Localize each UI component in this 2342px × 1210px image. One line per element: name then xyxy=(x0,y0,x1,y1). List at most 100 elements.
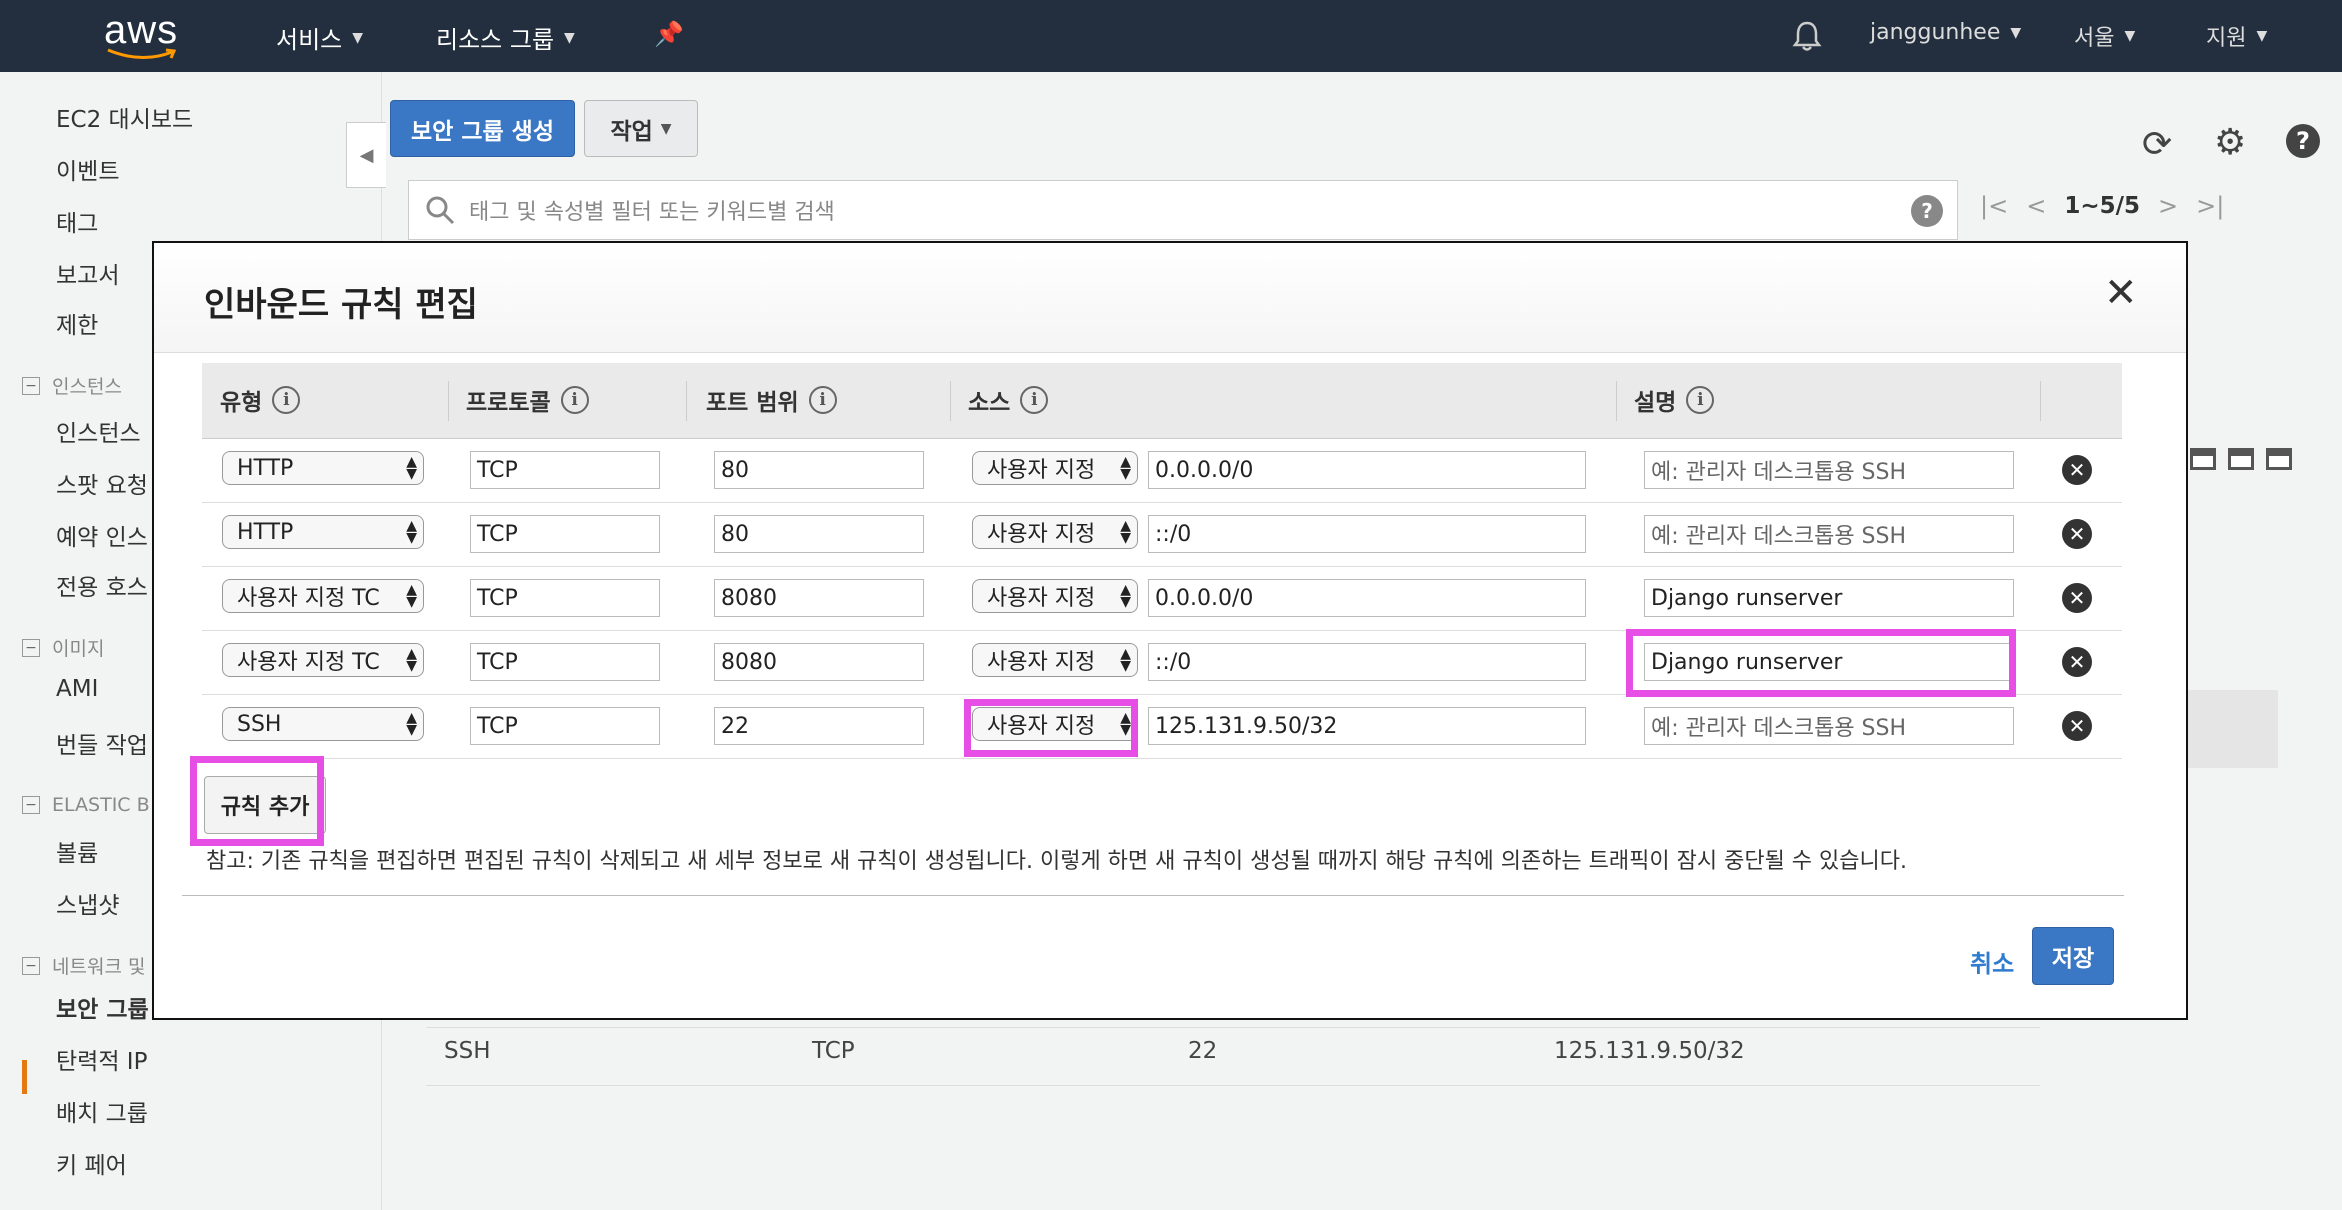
sidebar-section-ebs[interactable]: − ELASTIC B xyxy=(22,794,150,816)
source-type-value: 사용자 지정 xyxy=(987,522,1096,547)
protocol-field[interactable]: TCP xyxy=(470,515,660,553)
source-field[interactable]: 0.0.0.0/0 xyxy=(1148,451,1586,489)
source-field[interactable]: 125.131.9.50/32 xyxy=(1148,707,1586,745)
pin-icon[interactable]: 📌 xyxy=(654,20,684,48)
description-field[interactable]: 예: 관리자 데스크톱용 SSH xyxy=(1644,707,2014,745)
sidebar-item-spot-requests[interactable]: 스팟 요청 xyxy=(56,466,148,500)
type-select[interactable]: SSH ▲ ▼ xyxy=(222,707,424,741)
first-page-icon[interactable]: |< xyxy=(1980,192,2008,220)
type-select[interactable]: HTTP ▲ ▼ xyxy=(222,451,424,485)
port-range-field[interactable]: 80 xyxy=(714,451,924,489)
delete-rule-icon[interactable]: ✕ xyxy=(2062,519,2092,549)
select-arrows-icon: ▲ ▼ xyxy=(406,710,417,738)
port-range-field[interactable]: 22 xyxy=(714,707,924,745)
delete-rule-icon[interactable]: ✕ xyxy=(2062,455,2092,485)
description-field[interactable]: Django runserver xyxy=(1644,579,2014,617)
delete-rule-icon[interactable]: ✕ xyxy=(2062,711,2092,741)
view-mode-3-icon[interactable] xyxy=(2266,448,2292,470)
select-arrows-icon: ▲ ▼ xyxy=(406,582,417,610)
source-field[interactable]: ::/0 xyxy=(1148,643,1586,681)
sidebar-item-ami[interactable]: AMI xyxy=(56,676,98,702)
aws-logo[interactable]: aws xyxy=(104,8,182,64)
sidebar-section-network[interactable]: − 네트워크 및 xyxy=(22,952,145,979)
description-field[interactable]: 예: 관리자 데스크톱용 SSH xyxy=(1644,515,2014,553)
description-field[interactable]: 예: 관리자 데스크톱용 SSH xyxy=(1644,451,2014,489)
sidebar-item-key-pairs[interactable]: 키 페어 xyxy=(56,1146,127,1180)
info-icon[interactable]: i xyxy=(560,386,589,414)
sidebar-item-tags[interactable]: 태그 xyxy=(56,204,98,238)
delete-rule-icon[interactable]: ✕ xyxy=(2062,647,2092,677)
sidebar-section-instances[interactable]: − 인스턴스 xyxy=(22,372,122,399)
cancel-button[interactable]: 취소 xyxy=(1970,944,2014,979)
region-menu[interactable]: 서울 ▼ xyxy=(2074,20,2135,52)
prev-page-icon[interactable]: < xyxy=(2026,192,2046,220)
protocol-field[interactable]: TCP xyxy=(470,579,660,617)
services-menu[interactable]: 서비스 ▼ xyxy=(276,20,363,55)
view-mode-1-icon[interactable] xyxy=(2190,448,2216,470)
port-range-field[interactable]: 80 xyxy=(714,515,924,553)
source-field[interactable]: 0.0.0.0/0 xyxy=(1148,579,1586,617)
aws-logo-text: aws xyxy=(104,8,179,52)
close-icon[interactable]: ✕ xyxy=(2104,273,2138,313)
section-label: 이미지 xyxy=(52,638,105,660)
sidebar-item-reports[interactable]: 보고서 xyxy=(56,256,119,290)
bell-icon[interactable] xyxy=(1792,20,1822,52)
search-help-icon[interactable]: ? xyxy=(1911,195,1943,227)
user-menu[interactable]: janggunhee ▼ xyxy=(1870,20,2021,45)
support-menu[interactable]: 지원 ▼ xyxy=(2206,20,2267,52)
create-security-group-button[interactable]: 보안 그룹 생성 xyxy=(390,100,575,157)
protocol-field[interactable]: TCP xyxy=(470,707,660,745)
sidebar-section-images[interactable]: − 이미지 xyxy=(22,634,104,661)
source-field[interactable]: ::/0 xyxy=(1148,515,1586,553)
sidebar-item-bundle-tasks[interactable]: 번들 작업 xyxy=(56,726,148,760)
port-range-field[interactable]: 8080 xyxy=(714,643,924,681)
delete-rule-icon[interactable]: ✕ xyxy=(2062,583,2092,613)
next-page-icon[interactable]: > xyxy=(2158,192,2178,220)
highlight-box xyxy=(1626,629,2016,697)
rule-row: HTTP ▲ ▼ TCP 80 사용자 지정 ▲ ▼ ::/0 예: 관리자 데스크톱용… xyxy=(202,503,2122,567)
sidebar-item-security-groups[interactable]: 보안 그룹 xyxy=(56,990,149,1024)
refresh-icon[interactable]: ⟳ xyxy=(2142,124,2172,165)
last-page-icon[interactable]: >| xyxy=(2196,192,2224,220)
search-bar[interactable]: 태그 및 속성별 필터 또는 키워드별 검색 ? xyxy=(408,180,1958,240)
protocol-field[interactable]: TCP xyxy=(470,643,660,681)
source-type-select[interactable]: 사용자 지정 ▲ ▼ xyxy=(972,515,1138,549)
highlight-box xyxy=(964,699,1138,757)
save-button[interactable]: 저장 xyxy=(2032,927,2114,985)
info-icon[interactable]: i xyxy=(272,386,301,414)
actions-button[interactable]: 작업 ▼ xyxy=(584,100,698,157)
source-type-select[interactable]: 사용자 지정 ▲ ▼ xyxy=(972,451,1138,485)
gear-icon[interactable]: ⚙ xyxy=(2214,122,2246,163)
view-mode-2-icon[interactable] xyxy=(2228,448,2254,470)
type-select[interactable]: 사용자 지정 TC ▲ ▼ xyxy=(222,579,424,613)
source-type-select[interactable]: 사용자 지정 ▲ ▼ xyxy=(972,579,1138,613)
type-select[interactable]: HTTP ▲ ▼ xyxy=(222,515,424,549)
rules-table-header: 유형 i 프로토콜 i 포트 범위 i 소스 i 설명 i xyxy=(202,363,2122,439)
info-icon[interactable]: i xyxy=(1020,386,1049,414)
source-type-select[interactable]: 사용자 지정 ▲ ▼ xyxy=(972,643,1138,677)
sidebar-item-elastic-ip[interactable]: 탄력적 IP xyxy=(56,1042,147,1076)
sidebar-item-dedicated-hosts[interactable]: 전용 호스 xyxy=(56,568,148,602)
info-icon[interactable]: i xyxy=(1686,386,1715,414)
search-input[interactable]: 태그 및 속성별 필터 또는 키워드별 검색 xyxy=(469,194,835,226)
select-arrows-icon: ▲ ▼ xyxy=(406,454,417,482)
view-mode-icons xyxy=(2190,448,2292,470)
sidebar-item-ec2-dashboard[interactable]: EC2 대시보드 xyxy=(56,100,193,134)
protocol-field[interactable]: TCP xyxy=(470,451,660,489)
port-range-field[interactable]: 8080 xyxy=(714,579,924,617)
source-type-value: 사용자 지정 xyxy=(987,586,1096,611)
actions-label: 작업 xyxy=(610,118,653,145)
sidebar-item-instances[interactable]: 인스턴스 xyxy=(56,414,141,448)
help-icon[interactable]: ? xyxy=(2286,124,2320,158)
sidebar-item-snapshots[interactable]: 스냅샷 xyxy=(56,886,119,920)
sidebar-item-placement-groups[interactable]: 배치 그룹 xyxy=(56,1094,148,1128)
info-icon[interactable]: i xyxy=(808,386,837,414)
resource-groups-menu[interactable]: 리소스 그룹 ▼ xyxy=(436,20,575,55)
sidebar-item-volumes[interactable]: 볼륨 xyxy=(56,834,98,868)
select-arrows-icon: ▲ ▼ xyxy=(406,646,417,674)
sidebar-item-reserved[interactable]: 예약 인스 xyxy=(56,518,148,552)
sidebar-item-limits[interactable]: 제한 xyxy=(56,306,98,340)
sidebar-collapse-toggle[interactable]: ◀ xyxy=(346,122,386,188)
sidebar-item-events[interactable]: 이벤트 xyxy=(56,152,119,186)
type-select[interactable]: 사용자 지정 TC ▲ ▼ xyxy=(222,643,424,677)
